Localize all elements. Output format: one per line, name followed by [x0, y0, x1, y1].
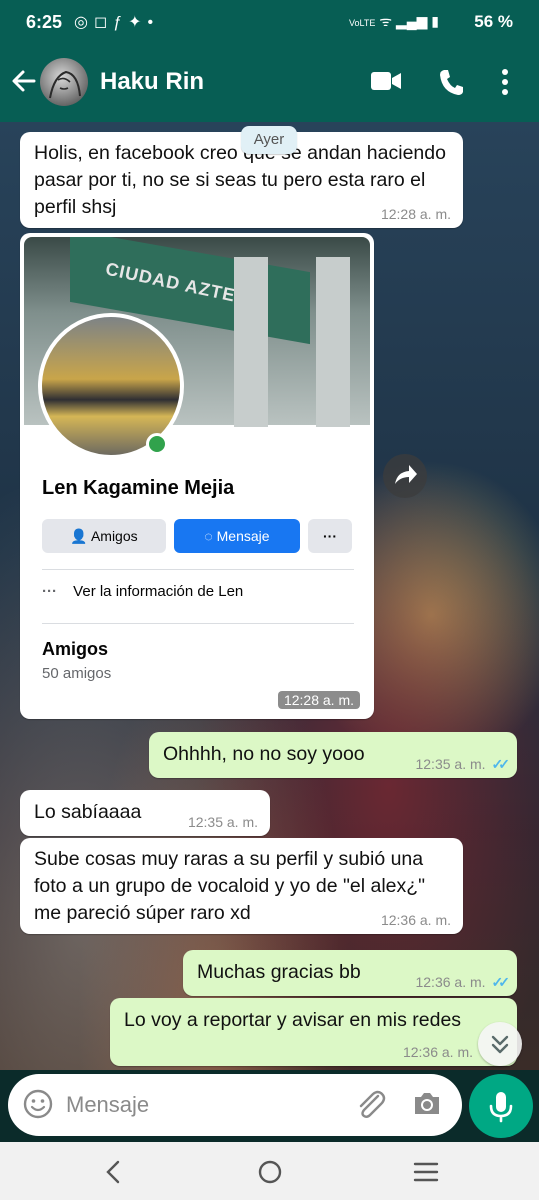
message-time-with-status: 12:36 a. m. ✓✓: [415, 974, 511, 990]
fb-more-button: ···: [308, 519, 352, 553]
message-outgoing[interactable]: Lo voy a reportar y avisar en mis redes …: [110, 998, 517, 1066]
fb-message-button-label: Mensaje: [216, 528, 270, 544]
chat-area[interactable]: Holis, en facebook creo que se andan hac…: [0, 122, 539, 1070]
read-ticks-icon: ✓✓: [491, 974, 511, 990]
emoji-icon[interactable]: [22, 1088, 54, 1120]
message-outgoing[interactable]: Muchas gracias bb 12:36 a. m. ✓✓: [183, 950, 517, 996]
fb-info-label: Ver la información de Len: [73, 583, 244, 600]
fb-friends-button-label: Amigos: [90, 528, 138, 544]
fb-profile-name: Len Kagamine Mejia: [42, 477, 235, 499]
nav-home-icon[interactable]: [256, 1158, 284, 1186]
message-image[interactable]: CIUDAD AZTECA Len Kagamine Mejia 👤 Amigo…: [20, 233, 374, 719]
contact-name[interactable]: Haku Rin: [100, 68, 204, 96]
scroll-to-bottom-button[interactable]: [478, 1022, 522, 1066]
message-incoming[interactable]: Lo sabíaaaa 12:35 a. m.: [20, 790, 270, 836]
status-time: 6:25: [26, 12, 63, 32]
compose-bar: [0, 1070, 539, 1142]
message-time: 12:36 a. m.: [415, 974, 486, 990]
read-ticks-icon: ✓✓: [491, 756, 511, 772]
microphone-icon: [489, 1092, 513, 1123]
nav-recents-icon[interactable]: [412, 1160, 440, 1184]
message-time: 12:36 a. m.: [380, 912, 451, 928]
back-arrow-icon[interactable]: [10, 66, 38, 96]
message-time: 12:36 a. m.: [402, 1044, 473, 1060]
forward-button[interactable]: [383, 454, 427, 498]
message-incoming[interactable]: Sube cosas muy raras a su perfil y subió…: [20, 838, 463, 934]
messenger-icon: ◌: [204, 528, 213, 544]
facebook-profile-screenshot[interactable]: CIUDAD AZTECA Len Kagamine Mejia 👤 Amigo…: [24, 237, 370, 715]
system-nav-bar: [0, 1142, 539, 1200]
fb-info-link: ··· Ver la información de Len: [42, 583, 243, 600]
message-time: 12:35 a. m.: [187, 814, 258, 830]
camera-icon[interactable]: [412, 1090, 442, 1116]
chat-header: Haku Rin: [0, 44, 539, 122]
compose-field-container[interactable]: [8, 1074, 462, 1136]
voice-call-icon[interactable]: [438, 68, 464, 96]
fb-friends-count: 50 amigos: [42, 665, 112, 682]
online-status-dot: [146, 433, 168, 455]
battery-percent: 56 %: [474, 12, 513, 31]
contact-avatar[interactable]: [40, 58, 88, 106]
message-time: 12:28 a. m.: [277, 691, 360, 709]
volte-label: VoLTE: [349, 18, 376, 28]
avatar-drawing-icon: [49, 70, 81, 99]
message-time-with-status: 12:35 a. m. ✓✓: [415, 756, 511, 772]
divider: [42, 623, 354, 624]
fb-friends-button: 👤 Amigos: [42, 519, 166, 553]
nav-back-icon[interactable]: [100, 1158, 128, 1186]
fb-message-button: ◌ Mensaje: [174, 519, 300, 553]
attach-icon[interactable]: [354, 1088, 388, 1120]
voice-message-button[interactable]: [469, 1074, 533, 1138]
video-call-icon[interactable]: [370, 70, 402, 92]
date-chip: Ayer: [241, 126, 297, 154]
person-icon: 👤: [70, 528, 88, 544]
divider: [42, 569, 354, 570]
message-time: 12:35 a. m.: [415, 756, 486, 772]
forward-icon: [395, 465, 417, 484]
pillar: [234, 257, 268, 427]
double-chevron-down-icon: [491, 1035, 509, 1054]
notification-icons: ◎◻ƒ✦•: [74, 14, 160, 31]
more-options-icon[interactable]: [500, 68, 510, 96]
status-bar: 6:25 ◎◻ƒ✦• VoLTE ᯤ ▂▄▆ ▮ 56 %: [0, 0, 539, 44]
fb-friends-title: Amigos: [42, 639, 109, 659]
message-input[interactable]: [66, 1084, 326, 1126]
pillar: [316, 257, 350, 427]
message-outgoing[interactable]: Ohhhh, no no soy yooo 12:35 a. m. ✓✓: [149, 732, 517, 778]
more-dots-icon: ···: [42, 583, 57, 600]
message-text: Lo voy a reportar y avisar en mis redes: [124, 1009, 462, 1031]
message-time: 12:28 a. m.: [380, 206, 451, 222]
network-icon: VoLTE ᯤ ▂▄▆ ▮: [349, 13, 439, 29]
